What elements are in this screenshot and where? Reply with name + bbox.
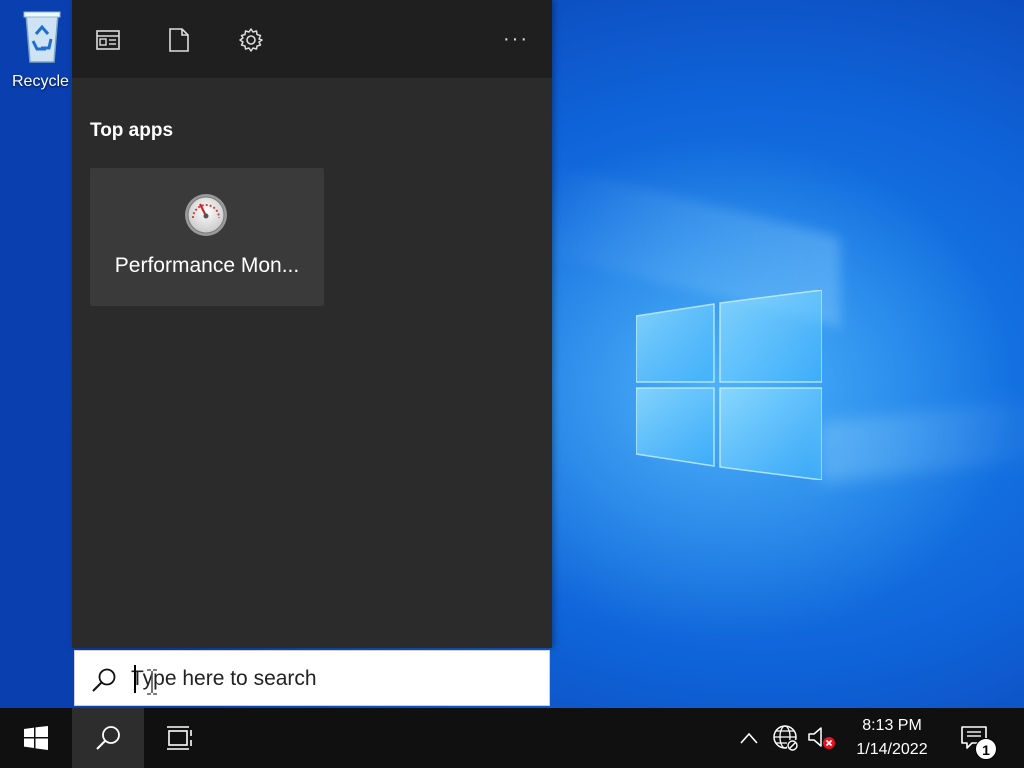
documents-filter-button[interactable] (166, 27, 192, 53)
search-panel-header: ··· (72, 0, 552, 78)
gear-icon (239, 28, 263, 52)
app-tile-icon (96, 30, 120, 50)
search-icon (96, 726, 120, 750)
performance-monitor-icon (185, 194, 227, 236)
action-center-button[interactable] (950, 708, 998, 768)
light-beam (820, 397, 1024, 483)
recycle-bin-shortcut[interactable]: Recycle (8, 8, 76, 108)
network-icon (773, 725, 798, 751)
apps-filter-button[interactable] (95, 27, 121, 53)
settings-filter-button[interactable] (238, 27, 264, 53)
windows-logo (636, 290, 822, 480)
start-button[interactable] (0, 708, 72, 768)
clock-date: 1/14/2022 (856, 741, 928, 758)
search-input[interactable] (131, 663, 531, 695)
chevron-up-icon (740, 732, 758, 744)
search-button[interactable] (72, 708, 144, 768)
text-caret (134, 665, 136, 693)
volume-muted-icon (808, 727, 835, 749)
recycle-bin-label: Recycle (12, 73, 69, 90)
notification-count-badge: 1 (975, 738, 997, 760)
recycle-bin-icon (23, 11, 61, 63)
search-panel: ··· Top apps Performance Mon... (72, 0, 552, 648)
search-icon (92, 668, 116, 692)
show-hidden-icons-button[interactable] (734, 708, 764, 768)
clock-button[interactable]: 8:13 PM 1/14/2022 (842, 708, 942, 768)
top-app-name: Performance Mon... (114, 254, 300, 277)
network-button[interactable] (770, 708, 802, 768)
task-view-icon (167, 726, 192, 750)
volume-button[interactable] (804, 708, 838, 768)
top-apps-heading: Top apps (90, 120, 174, 141)
document-icon (169, 28, 189, 52)
start-icon (24, 726, 48, 750)
task-view-button[interactable] (144, 708, 216, 768)
taskbar-search-box[interactable] (74, 650, 550, 706)
ibeam-cursor-icon (147, 669, 157, 695)
more-options-button[interactable]: ··· (502, 26, 530, 52)
top-app-tile-performance-monitor[interactable]: Performance Mon... (90, 168, 324, 306)
clock-time: 8:13 PM (862, 717, 922, 734)
taskbar: 8:13 PM 1/14/2022 1 (0, 708, 1024, 768)
